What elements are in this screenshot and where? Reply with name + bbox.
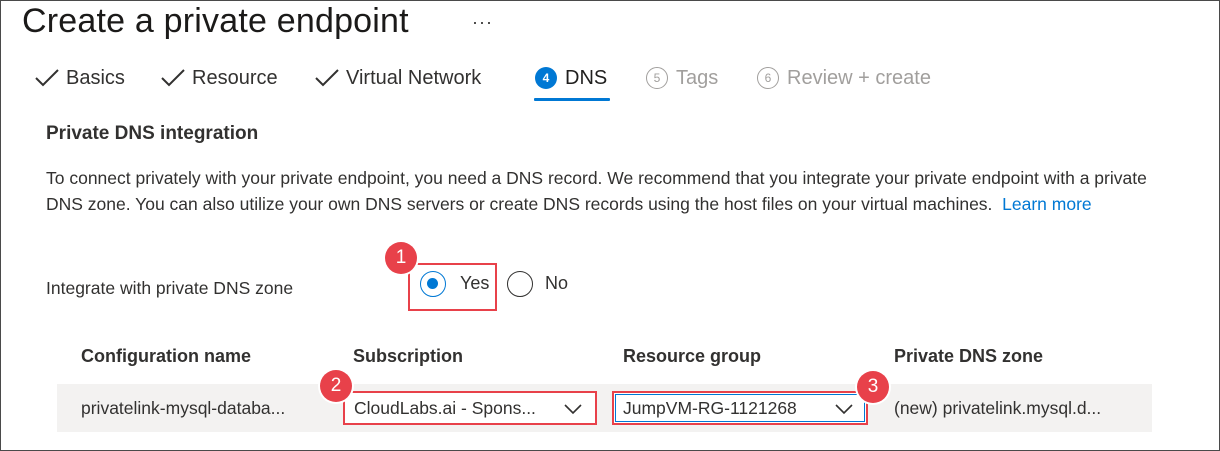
check-icon [35, 69, 59, 87]
description-text: To connect privately with your private e… [46, 168, 1147, 214]
radio-no[interactable] [507, 271, 533, 297]
tab-label: DNS [565, 66, 608, 89]
section-title: Private DNS integration [46, 123, 259, 144]
configuration-name-cell: privatelink-mysql-databa... [81, 398, 286, 418]
tab-resource[interactable]: Resource [160, 58, 278, 98]
tab-label: Resource [192, 66, 278, 89]
radio-yes-label[interactable]: Yes [460, 273, 489, 294]
column-header-resource-group: Resource group [623, 346, 762, 366]
tab-label: Review + create [787, 66, 931, 89]
learn-more-link[interactable]: Learn more [1002, 194, 1092, 214]
step-number-badge: 6 [757, 67, 779, 89]
tab-review-create: 6 Review + create [757, 58, 931, 98]
subscription-dropdown[interactable]: CloudLabs.ai - Spons... [343, 391, 597, 425]
step-number-badge: 5 [646, 67, 668, 89]
column-header-subscription: Subscription [353, 346, 464, 366]
resource-group-value: JumpVM-RG-1121268 [623, 397, 797, 418]
active-tab-indicator [534, 98, 610, 101]
subscription-value: CloudLabs.ai - Spons... [354, 397, 536, 418]
check-icon [315, 69, 339, 87]
step-number-badge: 4 [535, 67, 557, 89]
wizard-tabs: Basics Resource Virtual Network 4 DNS 5 … [0, 58, 1220, 104]
tab-label: Tags [676, 66, 719, 89]
tab-dns[interactable]: 4 DNS [535, 58, 607, 98]
tab-virtual-network[interactable]: Virtual Network [314, 58, 481, 98]
integrate-dns-label: Integrate with private DNS zone [46, 278, 294, 298]
more-options-button[interactable]: ··· [472, 12, 493, 33]
check-icon [161, 69, 185, 87]
chevron-down-icon [835, 404, 853, 415]
tab-basics[interactable]: Basics [34, 58, 125, 98]
column-header-configuration-name: Configuration name [81, 346, 251, 366]
tab-label: Basics [66, 66, 125, 89]
column-header-private-dns-zone: Private DNS zone [894, 346, 1044, 366]
callout-badge-3: 3 [857, 371, 889, 403]
page-title: Create a private endpoint [22, 2, 409, 40]
radio-yes[interactable] [420, 271, 446, 297]
section-description: To connect privately with your private e… [46, 165, 1156, 217]
radio-no-label[interactable]: No [545, 273, 568, 294]
tab-tags: 5 Tags [646, 58, 718, 98]
tab-label: Virtual Network [346, 66, 482, 89]
callout-badge-1: 1 [385, 242, 417, 274]
chevron-down-icon [564, 404, 582, 415]
resource-group-dropdown[interactable]: JumpVM-RG-1121268 [612, 391, 868, 425]
private-dns-zone-cell: (new) privatelink.mysql.d... [894, 398, 1102, 418]
callout-badge-2: 2 [320, 370, 352, 402]
